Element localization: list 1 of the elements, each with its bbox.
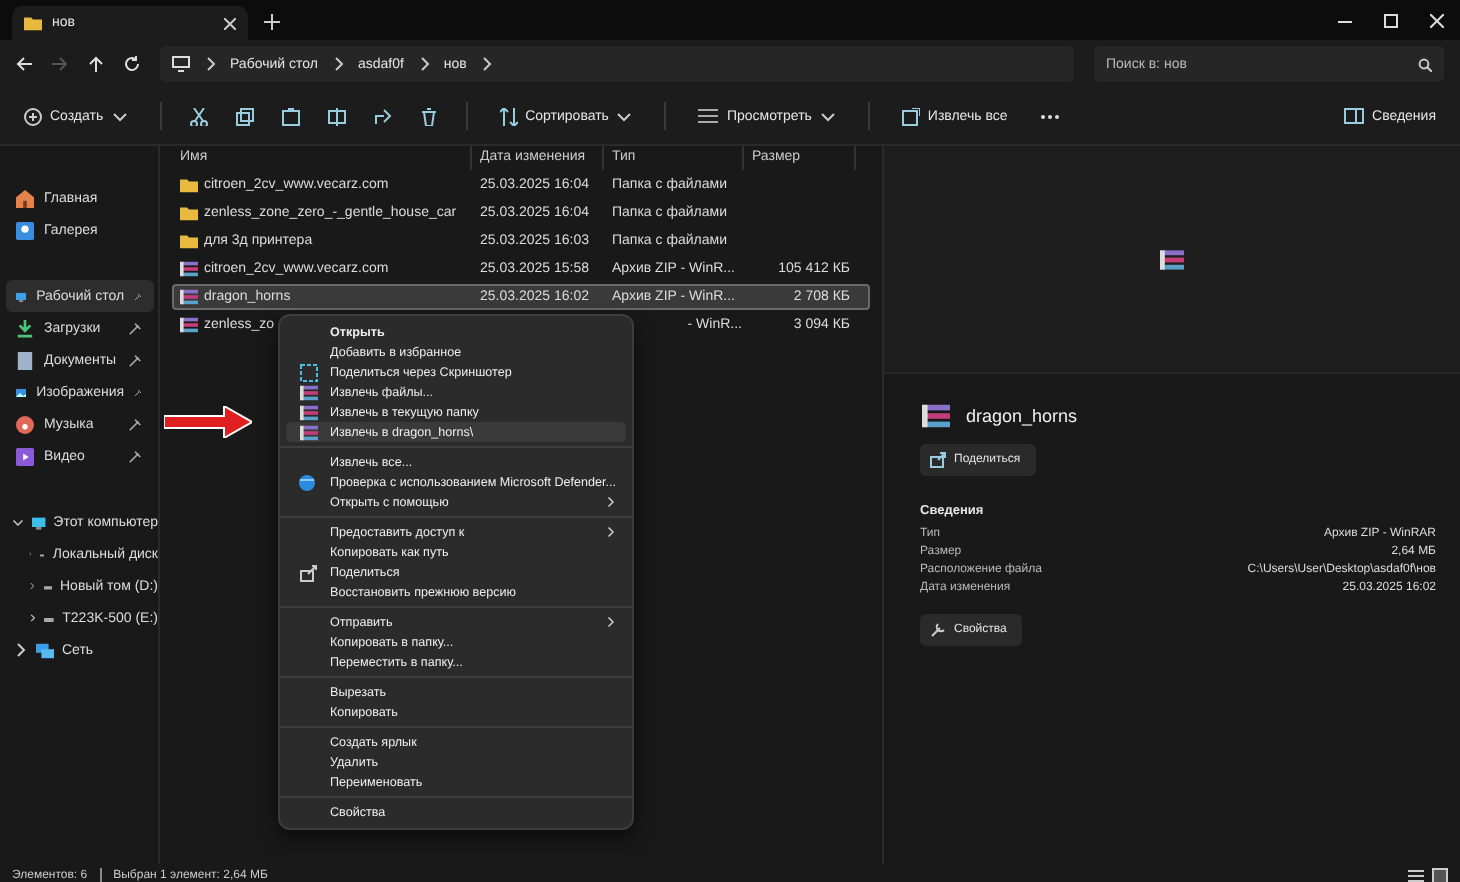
- file-title: dragon_horns: [966, 406, 1078, 426]
